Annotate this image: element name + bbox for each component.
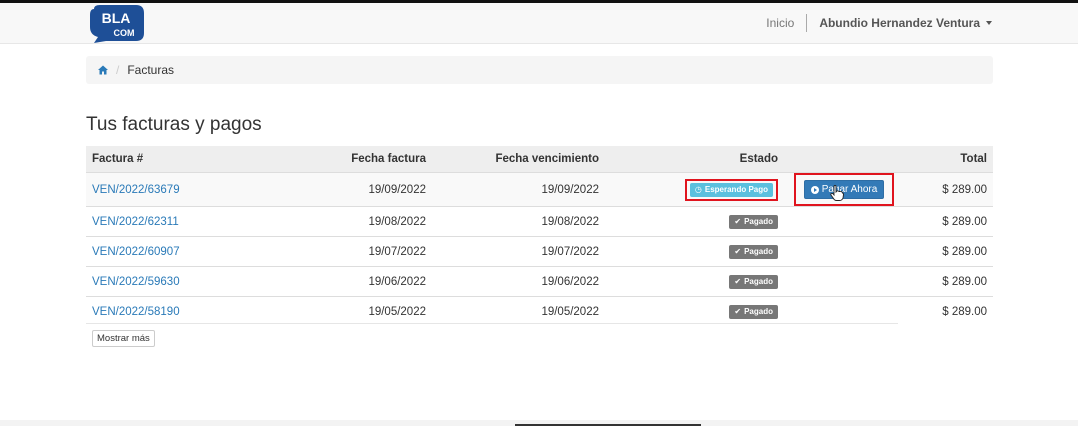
invoice-link[interactable]: VEN/2022/59630 <box>92 276 180 288</box>
top-navbar: BLA COM Inicio Abundio Hernandez Ventura <box>0 3 1078 44</box>
table-row: VEN/2022/60907 19/07/2022 19/07/2022 ✔ P… <box>86 236 993 267</box>
breadcrumb: / Facturas <box>86 56 993 84</box>
invoice-link[interactable]: VEN/2022/60907 <box>92 246 180 258</box>
table-row: VEN/2022/63679 19/09/2022 19/09/2022 ◷ E… <box>86 172 993 207</box>
invoice-date: 19/06/2022 <box>236 266 432 297</box>
clock-icon: ◷ <box>694 184 702 194</box>
invoice-due-date: 19/09/2022 <box>432 172 605 207</box>
check-icon: ✔ <box>734 306 742 316</box>
invoice-due-date: 19/06/2022 <box>432 266 605 297</box>
invoice-link[interactable]: VEN/2022/62311 <box>92 216 179 228</box>
action-cell <box>784 206 904 237</box>
highlight-box: ◷ Esperando Pago <box>684 178 778 201</box>
table-row: VEN/2022/58190 19/05/2022 19/05/2022 ✔ P… <box>86 296 993 326</box>
invoice-due-date: 19/07/2022 <box>432 236 605 267</box>
logo-text-top: BLA <box>102 10 131 26</box>
home-icon[interactable] <box>98 65 108 75</box>
status-badge: ✔ Pagado <box>729 274 778 289</box>
invoices-table: Factura # Fecha factura Fecha vencimient… <box>86 146 993 326</box>
invoice-link[interactable]: VEN/2022/58190 <box>92 306 180 318</box>
header-due-date: Fecha vencimiento <box>432 146 605 173</box>
page-title: Tus facturas y pagos <box>86 114 262 135</box>
status-label: Pagado <box>744 216 773 226</box>
check-icon: ✔ <box>734 246 742 256</box>
status-badge: ◷ Esperando Pago <box>689 182 773 197</box>
table-row: VEN/2022/62311 19/08/2022 19/08/2022 ✔ P… <box>86 206 993 237</box>
invoice-total: $ 289.00 <box>904 266 993 297</box>
invoice-link[interactable]: VEN/2022/63679 <box>92 184 180 196</box>
chevron-down-icon <box>986 21 992 25</box>
status-badge: ✔ Pagado <box>729 214 778 229</box>
user-menu[interactable]: Abundio Hernandez Ventura <box>807 16 992 30</box>
invoice-date: 19/07/2022 <box>236 236 432 267</box>
action-cell <box>784 236 904 267</box>
hand-cursor-icon <box>830 185 844 201</box>
invoice-total: $ 289.00 <box>904 236 993 267</box>
invoice-due-date: 19/05/2022 <box>432 296 605 326</box>
check-icon: ✔ <box>734 216 742 226</box>
nav-home-link[interactable]: Inicio <box>754 16 806 30</box>
status-badge: ✔ Pagado <box>729 304 778 319</box>
action-cell <box>784 266 904 297</box>
check-icon: ✔ <box>734 276 742 286</box>
header-invoice: Factura # <box>86 146 236 173</box>
logo-text-bottom: COM <box>114 28 135 38</box>
action-cell <box>784 296 904 326</box>
table-row: VEN/2022/59630 19/06/2022 19/06/2022 ✔ P… <box>86 266 993 297</box>
pay-now-button[interactable]: Pagar Ahora <box>803 180 885 199</box>
show-more-button[interactable]: Mostrar más <box>92 330 155 347</box>
status-label: Pagado <box>744 306 773 316</box>
invoice-total: $ 289.00 <box>904 206 993 237</box>
invoice-date: 19/09/2022 <box>236 172 432 207</box>
invoice-due-date: 19/08/2022 <box>432 206 605 237</box>
table-bottom-rule <box>86 323 898 324</box>
invoice-date: 19/08/2022 <box>236 206 432 237</box>
header-total: Total <box>904 146 993 173</box>
header-status: Estado <box>605 146 784 173</box>
header-date: Fecha factura <box>236 146 432 173</box>
table-header-row: Factura # Fecha factura Fecha vencimient… <box>86 146 993 173</box>
status-label: Pagado <box>744 246 773 256</box>
status-label: Pagado <box>744 276 773 286</box>
highlight-box: Pagar Ahora <box>793 173 895 206</box>
invoice-total: $ 289.00 <box>904 296 993 326</box>
brand-logo[interactable]: BLA COM <box>86 3 148 43</box>
header-action <box>784 146 904 173</box>
nav-right: Inicio Abundio Hernandez Ventura <box>754 3 992 43</box>
arrow-circle-icon <box>810 185 819 194</box>
breadcrumb-separator: / <box>116 63 120 77</box>
breadcrumb-current: Facturas <box>127 63 175 77</box>
invoice-total: $ 289.00 <box>904 172 993 207</box>
status-badge: ✔ Pagado <box>729 244 778 259</box>
status-label: Esperando Pago <box>704 184 768 194</box>
user-name: Abundio Hernandez Ventura <box>819 16 980 30</box>
invoice-date: 19/05/2022 <box>236 296 432 326</box>
